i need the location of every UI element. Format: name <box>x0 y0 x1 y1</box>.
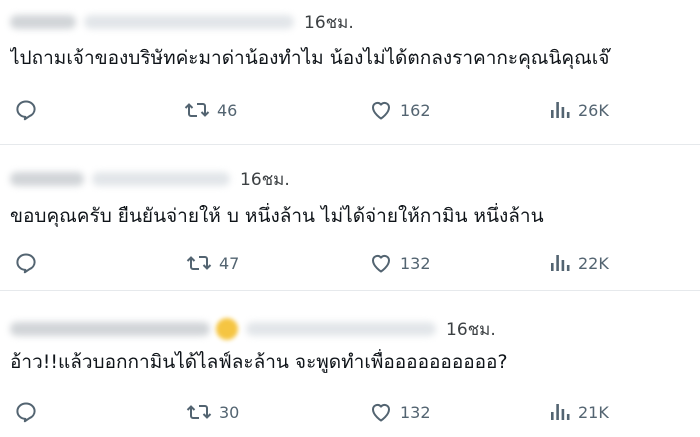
reply-icon <box>14 400 38 424</box>
views-count: 21K <box>578 402 609 422</box>
tweet-header: 16ชม. <box>10 165 290 193</box>
like-button[interactable]: 162 <box>369 95 431 125</box>
reply-button[interactable] <box>14 248 38 278</box>
tweet-timestamp[interactable]: 16ชม. <box>446 316 496 343</box>
views-count: 26K <box>578 100 609 120</box>
tweet-actions: 30 132 21K <box>0 397 700 427</box>
tweet-actions: 47 132 22K <box>0 248 700 278</box>
reply-button[interactable] <box>14 95 38 125</box>
blurred-handle <box>92 172 230 186</box>
like-count: 162 <box>400 100 431 120</box>
reply-button[interactable] <box>14 397 38 427</box>
reply-icon <box>14 98 38 122</box>
tweet-timestamp[interactable]: 16ชม. <box>240 166 290 193</box>
reply-icon <box>14 251 38 275</box>
tweet-header: 16ชม. <box>10 315 496 343</box>
heart-icon <box>369 98 393 122</box>
views-count: 22K <box>578 253 609 273</box>
heart-icon <box>369 400 393 424</box>
like-button[interactable]: 132 <box>369 397 431 427</box>
retweet-count: 47 <box>219 253 240 273</box>
tweet-text: ขอบคุณครับ ยืนยันจ่ายให้ บ หนึ่งล้าน ไม่… <box>10 205 544 227</box>
retweet-button[interactable]: 30 <box>186 397 239 427</box>
blurred-display-name <box>10 172 84 186</box>
reply-feed: 16ชม. ไปถามเจ้าของบริษัทค่ะมาด่าน้องทำไม… <box>0 0 700 436</box>
retweet-button[interactable]: 47 <box>186 248 239 278</box>
views-icon <box>549 400 571 424</box>
retweet-icon <box>186 400 212 424</box>
blurred-handle <box>246 322 436 336</box>
reply-tweet-2[interactable]: 16ชม. ขอบคุณครับ ยืนยันจ่ายให้ บ หนึ่งล้… <box>0 144 700 291</box>
tweet-timestamp[interactable]: 16ชม. <box>304 9 354 36</box>
tweet-actions: 46 162 26K <box>0 95 700 125</box>
heart-icon <box>369 251 393 275</box>
retweet-button[interactable]: 46 <box>184 95 237 125</box>
like-count: 132 <box>400 253 431 273</box>
tweet-text: อ้าว!!แล้วบอกกามินได้ไลฟ์ละล้าน จะพูดทำเ… <box>10 351 508 373</box>
tweet-header: 16ชม. <box>10 8 354 36</box>
retweet-icon <box>186 251 212 275</box>
views-icon <box>549 98 571 122</box>
blurred-display-name <box>10 322 210 336</box>
retweet-count: 30 <box>219 402 240 422</box>
blurred-display-name <box>10 15 76 29</box>
retweet-icon <box>184 98 210 122</box>
views-button[interactable]: 22K <box>549 248 609 278</box>
like-button[interactable]: 132 <box>369 248 431 278</box>
like-count: 132 <box>400 402 431 422</box>
reply-tweet-1[interactable]: 16ชม. ไปถามเจ้าของบริษัทค่ะมาด่าน้องทำไม… <box>0 0 700 144</box>
retweet-count: 46 <box>217 100 238 120</box>
reply-tweet-3[interactable]: 16ชม. อ้าว!!แล้วบอกกามินได้ไลฟ์ละล้าน จะ… <box>0 290 700 437</box>
views-icon <box>549 251 571 275</box>
views-button[interactable]: 26K <box>549 95 609 125</box>
verified-badge-icon <box>216 318 238 340</box>
tweet-text: ไปถามเจ้าของบริษัทค่ะมาด่าน้องทำไม น้องไ… <box>10 47 610 69</box>
blurred-handle <box>84 15 294 29</box>
views-button[interactable]: 21K <box>549 397 609 427</box>
